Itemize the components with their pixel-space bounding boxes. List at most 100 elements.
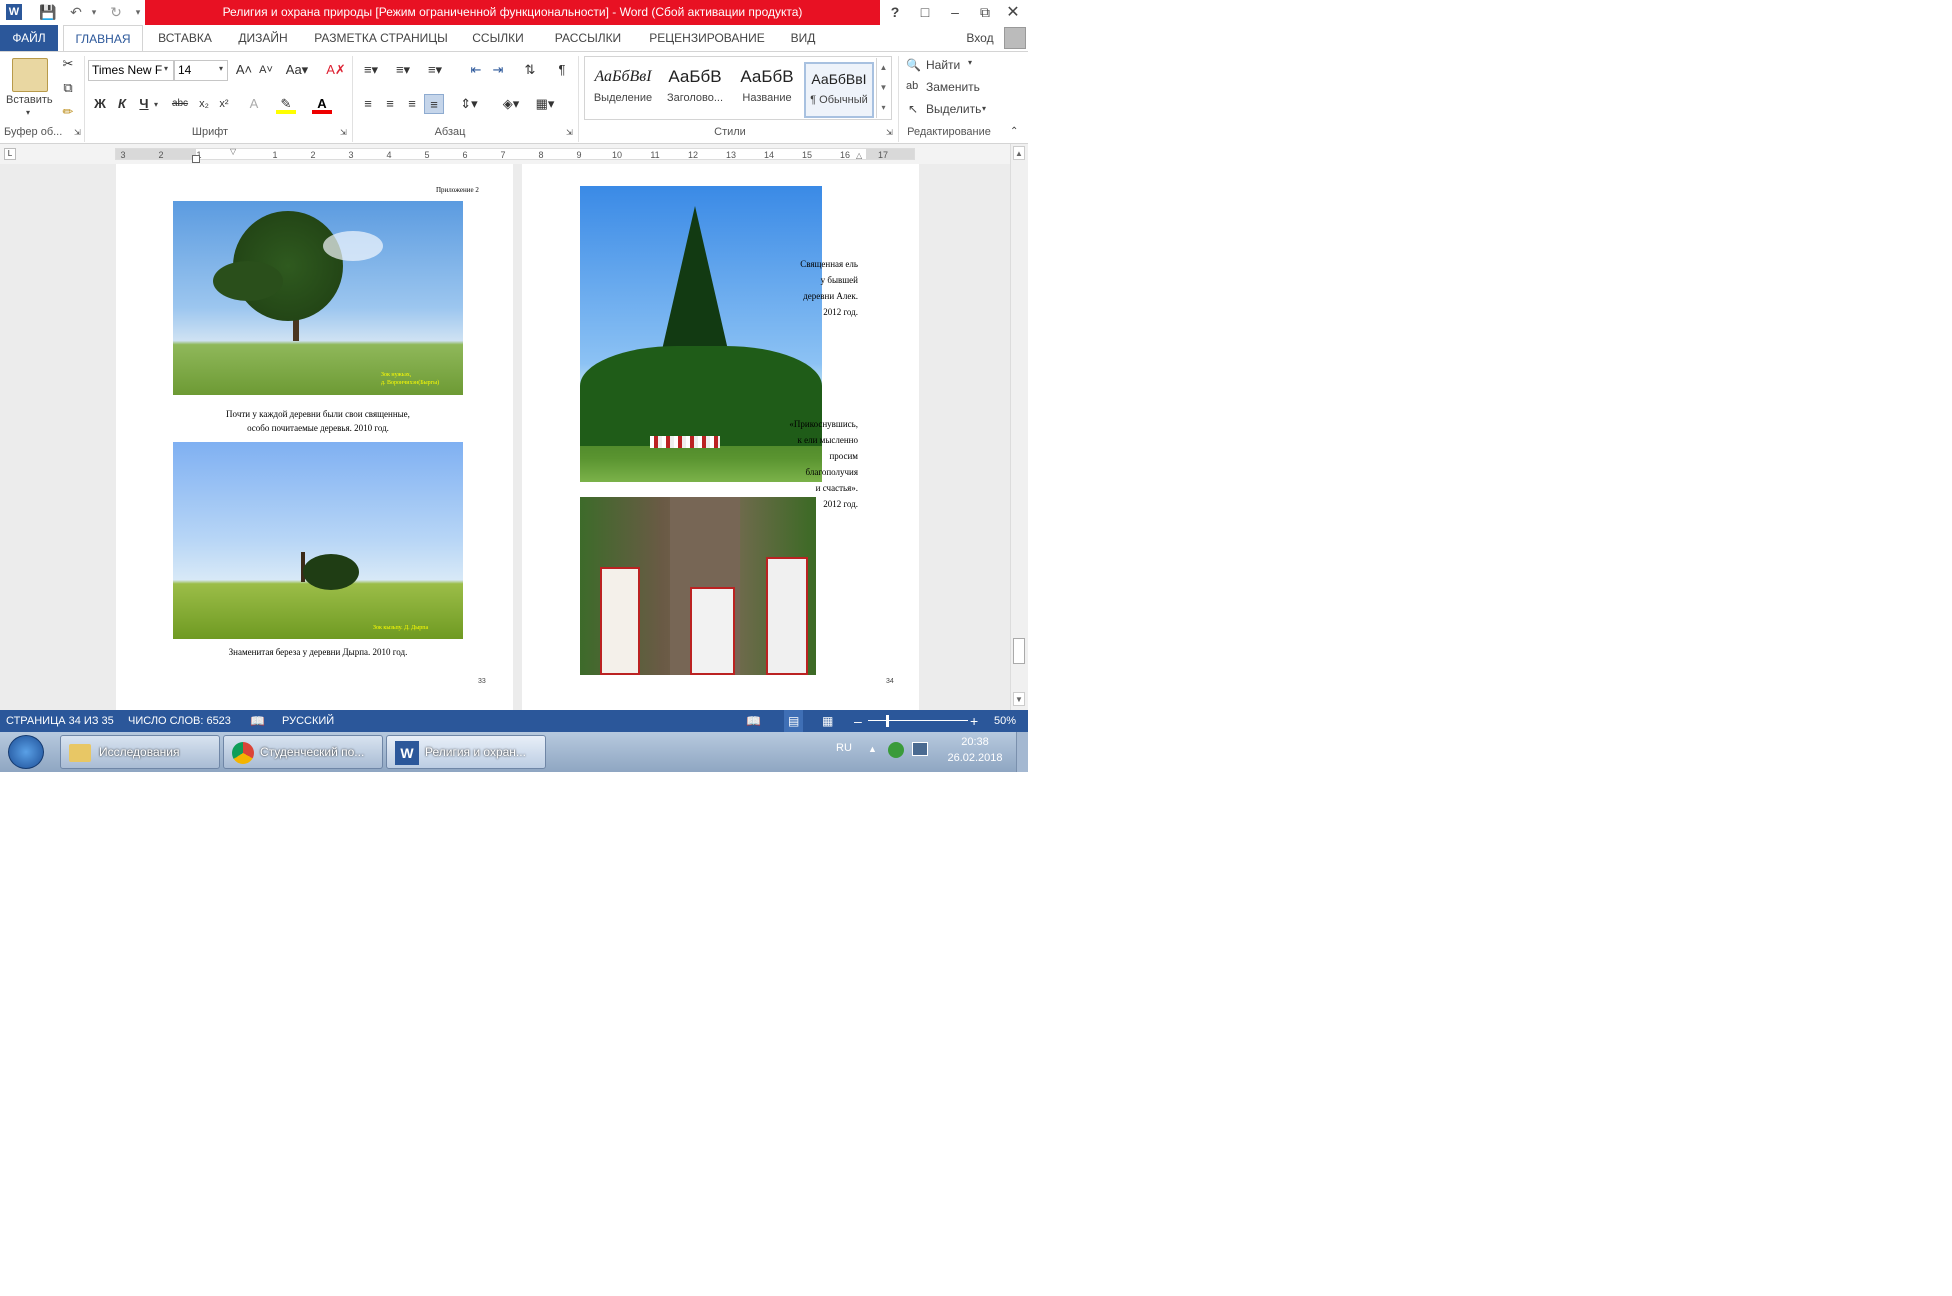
security-icon[interactable] (888, 742, 904, 758)
help-button[interactable]: ? (880, 0, 910, 25)
replace-icon[interactable]: ab (906, 80, 918, 92)
font-name-dropdown-icon[interactable]: ▾ (164, 64, 168, 73)
collapse-ribbon-icon[interactable]: ⌃ (1010, 126, 1018, 137)
copy-icon[interactable]: ⧉ (58, 78, 78, 98)
align-left-icon[interactable]: ≡ (358, 94, 378, 114)
shading-icon[interactable]: ◈▾ (498, 94, 524, 114)
clear-formatting-icon[interactable]: A✗ (326, 60, 346, 80)
vertical-scrollbar[interactable]: ▲ ▼ (1010, 144, 1028, 710)
ribbon-display-options-icon[interactable]: □ (910, 0, 940, 25)
tab-file[interactable]: ФАЙЛ (0, 25, 58, 51)
first-line-indent-marker[interactable]: ▽ (230, 147, 236, 156)
page-count[interactable]: СТРАНИЦА 34 ИЗ 35 (6, 710, 114, 732)
replace-button[interactable]: Заменить (926, 80, 980, 94)
style-emphasis[interactable]: АаБбВвІ Выделение (588, 62, 658, 118)
proofing-icon[interactable]: 📖 (250, 710, 265, 732)
show-formatting-icon[interactable]: ¶ (552, 60, 572, 80)
subscript-button[interactable]: x₂ (194, 94, 214, 114)
bullets-icon[interactable]: ≡▾ (358, 60, 384, 80)
numbering-icon[interactable]: ≡▾ (390, 60, 416, 80)
input-language[interactable]: RU (836, 742, 852, 754)
zoom-in-icon[interactable]: + (970, 710, 978, 732)
tab-mailings[interactable]: РАССЫЛКИ (540, 25, 636, 51)
paste-icon[interactable] (12, 58, 48, 92)
save-icon[interactable]: 💾 (38, 2, 58, 22)
tab-insert[interactable]: ВСТАВКА (150, 25, 220, 51)
minimize-button[interactable]: – (940, 0, 970, 25)
find-button[interactable]: Найти (926, 58, 960, 72)
cut-icon[interactable]: ✂ (58, 54, 78, 74)
borders-icon[interactable]: ▦▾ (532, 94, 558, 114)
network-icon[interactable] (912, 742, 928, 756)
styles-scroll-icon[interactable]: ▲ ▼ ▾ (876, 58, 890, 118)
taskbar-item-word[interactable]: W Религия и охран... (386, 735, 546, 769)
find-dropdown-icon[interactable]: ▾ (968, 58, 972, 67)
paste-dropdown-icon[interactable]: ▾ (26, 108, 30, 117)
right-indent-marker[interactable]: △ (856, 151, 862, 160)
language-indicator[interactable]: РУССКИЙ (282, 710, 334, 732)
decrease-indent-icon[interactable]: ⇤ (466, 60, 486, 80)
document-area[interactable]: Приложение 2 Зок нужьэх, д. Ворончихэн(Б… (0, 164, 1010, 710)
indent-marker[interactable] (192, 155, 200, 163)
sign-in-link[interactable]: Вход (960, 25, 1000, 51)
line-spacing-icon[interactable]: ⇕▾ (456, 94, 482, 114)
tab-page-layout[interactable]: РАЗМЕТКА СТРАНИЦЫ (306, 25, 456, 51)
font-size-dropdown-icon[interactable]: ▾ (219, 64, 223, 73)
show-desktop-button[interactable] (1016, 732, 1028, 772)
paragraph-launcher-icon[interactable]: ⇲ (566, 128, 573, 137)
page-34[interactable]: Священная ель у бывшей деревни Алек. 201… (522, 164, 919, 710)
close-button[interactable]: ✕ (998, 0, 1028, 25)
align-right-icon[interactable]: ≡ (402, 94, 422, 114)
tab-review[interactable]: РЕЦЕНЗИРОВАНИЕ (644, 25, 770, 51)
horizontal-ruler[interactable]: 3 2 1 1 2 3 4 5 6 7 8 9 10 11 12 13 14 1… (115, 147, 915, 163)
sort-icon[interactable]: ⇅ (520, 60, 540, 80)
clock-date[interactable]: 26.02.2018 (940, 752, 1010, 764)
underline-dropdown-icon[interactable]: ▾ (154, 100, 158, 109)
taskbar-item-explorer[interactable]: Исследования (60, 735, 220, 769)
superscript-button[interactable]: x² (214, 94, 234, 114)
restore-button[interactable]: ⧉ (970, 0, 1000, 25)
font-launcher-icon[interactable]: ⇲ (340, 128, 347, 137)
redo-icon[interactable]: ↻ (106, 2, 126, 22)
change-case-icon[interactable]: Aa▾ (284, 60, 310, 80)
style-title[interactable]: АаБбВ Название (732, 62, 802, 118)
start-button[interactable] (8, 735, 44, 769)
italic-button[interactable]: К (112, 94, 132, 114)
find-icon[interactable]: 🔍 (906, 58, 921, 72)
paste-button[interactable]: Вставить (6, 94, 53, 106)
select-icon[interactable]: ↖ (908, 102, 918, 116)
scroll-thumb[interactable] (1013, 638, 1025, 664)
align-center-icon[interactable]: ≡ (380, 94, 400, 114)
taskbar-item-chrome[interactable]: Студенческий по... (223, 735, 383, 769)
underline-button[interactable]: Ч (134, 94, 154, 114)
zoom-out-icon[interactable]: – (854, 710, 862, 732)
style-heading[interactable]: АаБбВ Заголово... (660, 62, 730, 118)
highlight-icon[interactable]: ✎ (276, 94, 296, 114)
web-layout-icon[interactable]: ▦ (822, 710, 833, 732)
strikethrough-button[interactable]: abc (168, 94, 192, 114)
select-dropdown-icon[interactable]: ▾ (982, 104, 986, 113)
font-color-icon[interactable]: A (312, 94, 332, 114)
grow-font-icon[interactable]: A˄ (234, 60, 254, 80)
select-button[interactable]: Выделить (926, 102, 981, 116)
multilevel-list-icon[interactable]: ≡▾ (422, 60, 448, 80)
tab-references[interactable]: ССЫЛКИ (466, 25, 530, 51)
styles-launcher-icon[interactable]: ⇲ (886, 128, 893, 137)
clipboard-launcher-icon[interactable]: ⇲ (74, 128, 81, 137)
style-normal[interactable]: АаБбВвІ ¶ Обычный (804, 62, 874, 118)
zoom-slider-thumb[interactable] (886, 715, 889, 727)
zoom-slider[interactable] (868, 720, 968, 721)
shrink-font-icon[interactable]: A˅ (256, 60, 276, 80)
tab-view[interactable]: ВИД (778, 25, 828, 51)
increase-indent-icon[interactable]: ⇥ (488, 60, 508, 80)
word-app-icon[interactable]: W (6, 4, 22, 20)
show-hidden-icons-icon[interactable]: ▲ (868, 744, 877, 754)
read-mode-icon[interactable]: 📖 (746, 710, 761, 732)
undo-icon[interactable]: ↶ (66, 2, 86, 22)
font-name-input[interactable]: Times New F (88, 60, 174, 81)
justify-icon[interactable]: ≡ (424, 94, 444, 114)
page-33[interactable]: Приложение 2 Зок нужьэх, д. Ворончихэн(Б… (116, 164, 513, 710)
text-effects-icon[interactable]: A (244, 94, 264, 114)
scroll-up-icon[interactable]: ▲ (1013, 146, 1025, 160)
format-painter-icon[interactable]: ✏ (58, 102, 78, 122)
